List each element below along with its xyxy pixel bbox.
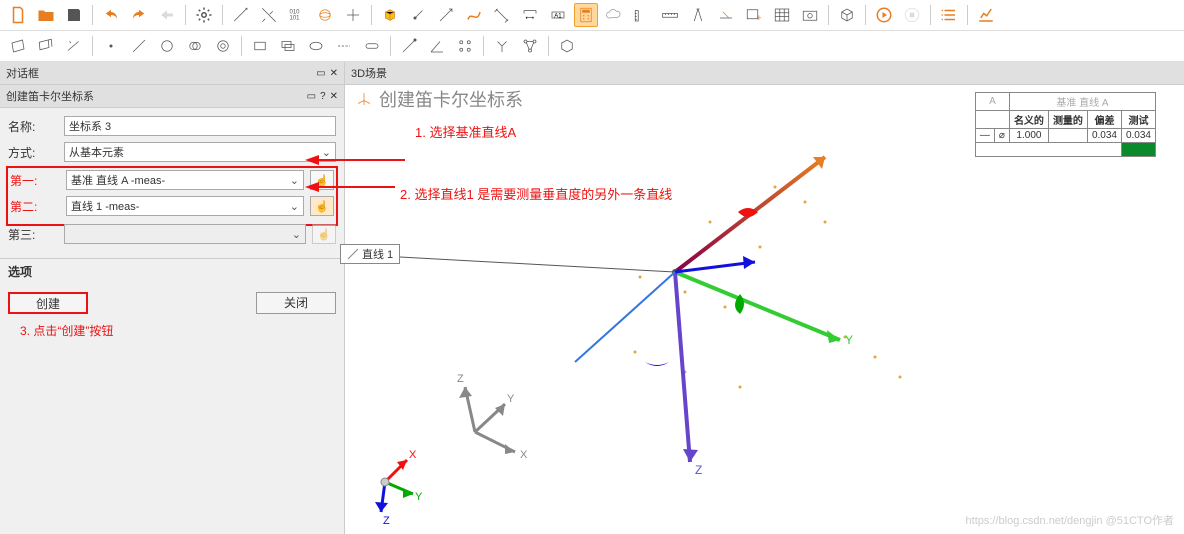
axis-icon[interactable] [341,3,365,27]
svg-text:Z: Z [383,515,390,527]
toolbar-row-1: 010101 ⟷ A1 + [0,0,1184,31]
method-select[interactable]: 从基本元素 [64,142,336,162]
curve-icon[interactable] [462,3,486,27]
conc-icon[interactable] [211,34,235,58]
svg-text:X: X [409,449,417,461]
ruler-icon[interactable] [630,3,654,27]
tol-icon[interactable] [714,3,738,27]
pin-icon[interactable]: ▭ [316,68,325,79]
settings-icon[interactable] [192,3,216,27]
ellipse-icon[interactable] [304,34,328,58]
rect2-icon[interactable] [276,34,300,58]
undo-icon[interactable] [99,3,123,27]
help-icon[interactable]: ? [320,91,326,102]
line-icon[interactable] [127,34,151,58]
dim-chain-icon[interactable] [490,3,514,27]
list-icon[interactable] [937,3,961,27]
first-select[interactable]: 基准 直线 A -meas- [66,170,304,190]
close-icon[interactable]: ✕ [330,68,338,79]
svg-text:010: 010 [290,10,301,16]
pin2-icon[interactable]: ▭ [307,91,316,102]
dialog-title-bar: 对话框 ▭ ✕ [0,62,344,85]
redo-icon[interactable] [127,3,151,27]
pattern-icon[interactable] [453,34,477,58]
toolbar-row-2 [0,31,1184,62]
line-pt-icon[interactable] [397,34,421,58]
chart-icon[interactable] [974,3,998,27]
line1-label: 直线 1 [340,244,400,264]
create-button[interactable]: 创建 [8,292,88,314]
ruler2-icon[interactable] [658,3,682,27]
dim-auto-icon[interactable]: ⟷ [518,3,542,27]
create-cs-title: 创建笛卡尔坐标系 [6,88,94,104]
save-icon[interactable] [62,3,86,27]
net-icon[interactable] [518,34,542,58]
dialog-title: 对话框 [6,65,39,81]
second-pick-button[interactable]: ☝ [310,196,334,216]
cube-icon[interactable] [378,3,402,27]
second-label: 第二: [10,198,60,215]
close2-icon[interactable]: ✕ [330,91,338,102]
compass-icon[interactable] [686,3,710,27]
dialog-panel: 对话框 ▭✕ 创建笛卡尔坐标系 ▭?✕ 名称: 坐标系 3 方式: 从基本元素 … [0,62,345,534]
circle-icon[interactable] [155,34,179,58]
matrix-icon[interactable]: 010101 [285,3,309,27]
svg-text:+: + [756,13,761,23]
gdt-icon[interactable]: A1 [546,3,570,27]
surface-icon[interactable] [257,3,281,27]
options-section[interactable]: 选项 [0,258,344,284]
fork-icon[interactable] [490,34,514,58]
axis2-icon[interactable] [406,3,430,27]
svg-text:Z: Z [457,373,464,385]
create-cs-title-bar: 创建笛卡尔坐标系 ▭? ✕ [0,85,344,108]
angle-icon[interactable] [425,34,449,58]
tilt-icon[interactable] [62,34,86,58]
forward-icon[interactable] [155,3,179,27]
point-icon[interactable] [99,34,123,58]
edge-icon[interactable] [229,3,253,27]
play-icon[interactable] [872,3,896,27]
svg-text:X: X [520,449,528,461]
calc-icon[interactable] [574,3,598,27]
open-folder-icon[interactable] [34,3,58,27]
svg-text:Y: Y [507,393,515,405]
cloud-icon[interactable] [602,3,626,27]
camera-icon[interactable] [798,3,822,27]
svg-text:⟷: ⟷ [526,16,535,22]
table-icon[interactable] [770,3,794,27]
method-label: 方式: [8,144,58,161]
slot-icon[interactable] [360,34,384,58]
3d-scene[interactable]: 3D场景 创建笛卡尔坐标系 1. 选择基准直线A 2. 选择直线1 是需要测量垂… [345,62,1184,534]
new-file-icon[interactable] [6,3,30,27]
first-label: 第一: [10,172,60,189]
plane-icon[interactable] [6,34,30,58]
overlap-icon[interactable] [183,34,207,58]
close-button[interactable]: 关闭 [256,292,336,314]
third-label: 第三: [8,226,58,243]
annotation-3: 3. 点击“创建”按钮 [0,322,344,339]
svg-text:101: 101 [290,16,301,22]
rect-icon[interactable] [248,34,272,58]
planes-icon[interactable] [34,34,58,58]
svg-text:Y: Y [845,333,853,347]
add-img-icon[interactable]: + [742,3,766,27]
name-input[interactable]: 坐标系 3 [64,116,336,136]
cube2-icon[interactable] [555,34,579,58]
watermark: https://blog.csdn.net/dengjin @51CTO作者 [966,512,1174,528]
svg-text:Y: Y [415,491,423,503]
second-select[interactable]: 直线 1 -meas- [66,196,304,216]
svg-text:Z: Z [695,463,702,477]
3d-viewport[interactable]: Y Z X Y Z X [345,62,1184,532]
third-select[interactable] [64,224,306,244]
stop-icon[interactable] [900,3,924,27]
arrow-icon[interactable] [434,3,458,27]
sphere-icon[interactable] [313,3,337,27]
box3d-icon[interactable] [835,3,859,27]
third-pick-button: ☝ [312,224,336,244]
dash-icon[interactable] [332,34,356,58]
svg-text:A1: A1 [554,13,562,19]
name-label: 名称: [8,118,58,135]
